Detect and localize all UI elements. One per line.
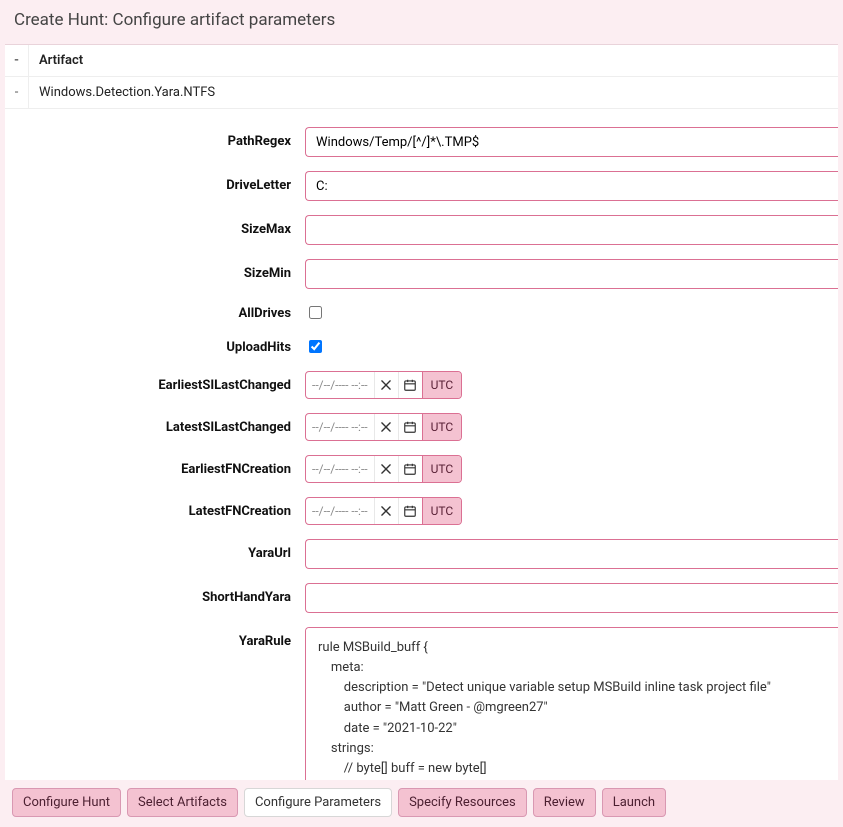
datetime-placeholder: --/--/---- --:-- — [306, 498, 374, 524]
timezone-button[interactable]: UTC — [422, 498, 462, 524]
datetime-earliest-fn[interactable]: --/--/---- --:-- UTC — [305, 455, 462, 483]
calendar-icon[interactable] — [398, 498, 422, 524]
label-latest-fn: LatestFNCreation — [5, 504, 305, 519]
label-sizemin: SizeMin — [5, 259, 305, 281]
row-collapse-toggle[interactable]: - — [5, 77, 29, 108]
collapse-all-toggle[interactable]: - — [5, 45, 29, 76]
artifact-name: Windows.Detection.Yara.NTFS — [29, 77, 838, 108]
clear-icon[interactable] — [374, 456, 398, 482]
datetime-placeholder: --/--/---- --:-- — [306, 414, 374, 440]
datetime-placeholder: --/--/---- --:-- — [306, 456, 374, 482]
input-sizemin[interactable] — [305, 259, 838, 289]
datetime-placeholder: --/--/---- --:-- — [306, 372, 374, 398]
timezone-button[interactable]: UTC — [422, 414, 462, 440]
label-earliest-fn: EarliestFNCreation — [5, 462, 305, 477]
label-alldrives: AllDrives — [5, 306, 305, 321]
wizard-step-configure-hunt[interactable]: Configure Hunt — [12, 788, 121, 817]
calendar-icon[interactable] — [398, 372, 422, 398]
label-driveletter: DriveLetter — [5, 171, 305, 193]
label-earliest-si: EarliestSILastChanged — [5, 378, 305, 393]
label-latest-si: LatestSILastChanged — [5, 420, 305, 435]
input-yaraurl[interactable] — [305, 539, 838, 569]
checkbox-uploadhits[interactable] — [309, 340, 322, 353]
wizard-step-launch[interactable]: Launch — [602, 788, 666, 817]
calendar-icon[interactable] — [398, 414, 422, 440]
label-yaraurl: YaraUrl — [5, 539, 305, 561]
input-driveletter[interactable] — [305, 171, 838, 201]
datetime-latest-si[interactable]: --/--/---- --:-- UTC — [305, 413, 462, 441]
clear-icon[interactable] — [374, 372, 398, 398]
textarea-yararule[interactable] — [305, 627, 838, 784]
datetime-latest-fn[interactable]: --/--/---- --:-- UTC — [305, 497, 462, 525]
datetime-earliest-si[interactable]: --/--/---- --:-- UTC — [305, 371, 462, 399]
input-pathregex[interactable] — [305, 127, 838, 157]
clear-icon[interactable] — [374, 498, 398, 524]
timezone-button[interactable]: UTC — [422, 372, 462, 398]
input-shorthandyara[interactable] — [305, 583, 838, 613]
artifact-row[interactable]: - Windows.Detection.Yara.NTFS — [5, 77, 838, 109]
label-yararule: YaraRule — [5, 627, 305, 649]
artifact-panel: - Artifact - Windows.Detection.Yara.NTFS… — [5, 44, 838, 784]
wizard-steps: Configure HuntSelect ArtifactsConfigure … — [0, 780, 843, 827]
label-sizemax: SizeMax — [5, 215, 305, 237]
wizard-step-review[interactable]: Review — [533, 788, 596, 817]
wizard-step-specify-resources[interactable]: Specify Resources — [398, 788, 527, 817]
label-shorthandyara: ShortHandYara — [5, 583, 305, 605]
wizard-step-select-artifacts[interactable]: Select Artifacts — [127, 788, 238, 817]
timezone-button[interactable]: UTC — [422, 456, 462, 482]
wizard-step-configure-parameters[interactable]: Configure Parameters — [244, 788, 392, 817]
parameters-form: PathRegex DriveLetter SizeMax SizeMin Al — [5, 109, 838, 784]
label-uploadhits: UploadHits — [5, 340, 305, 355]
artifact-column-header: Artifact — [29, 45, 838, 76]
input-sizemax[interactable] — [305, 215, 838, 245]
label-pathregex: PathRegex — [5, 127, 305, 149]
artifact-table-header: - Artifact — [5, 45, 838, 77]
clear-icon[interactable] — [374, 414, 398, 440]
page-title: Create Hunt: Configure artifact paramete… — [0, 0, 843, 44]
calendar-icon[interactable] — [398, 456, 422, 482]
checkbox-alldrives[interactable] — [309, 306, 322, 319]
